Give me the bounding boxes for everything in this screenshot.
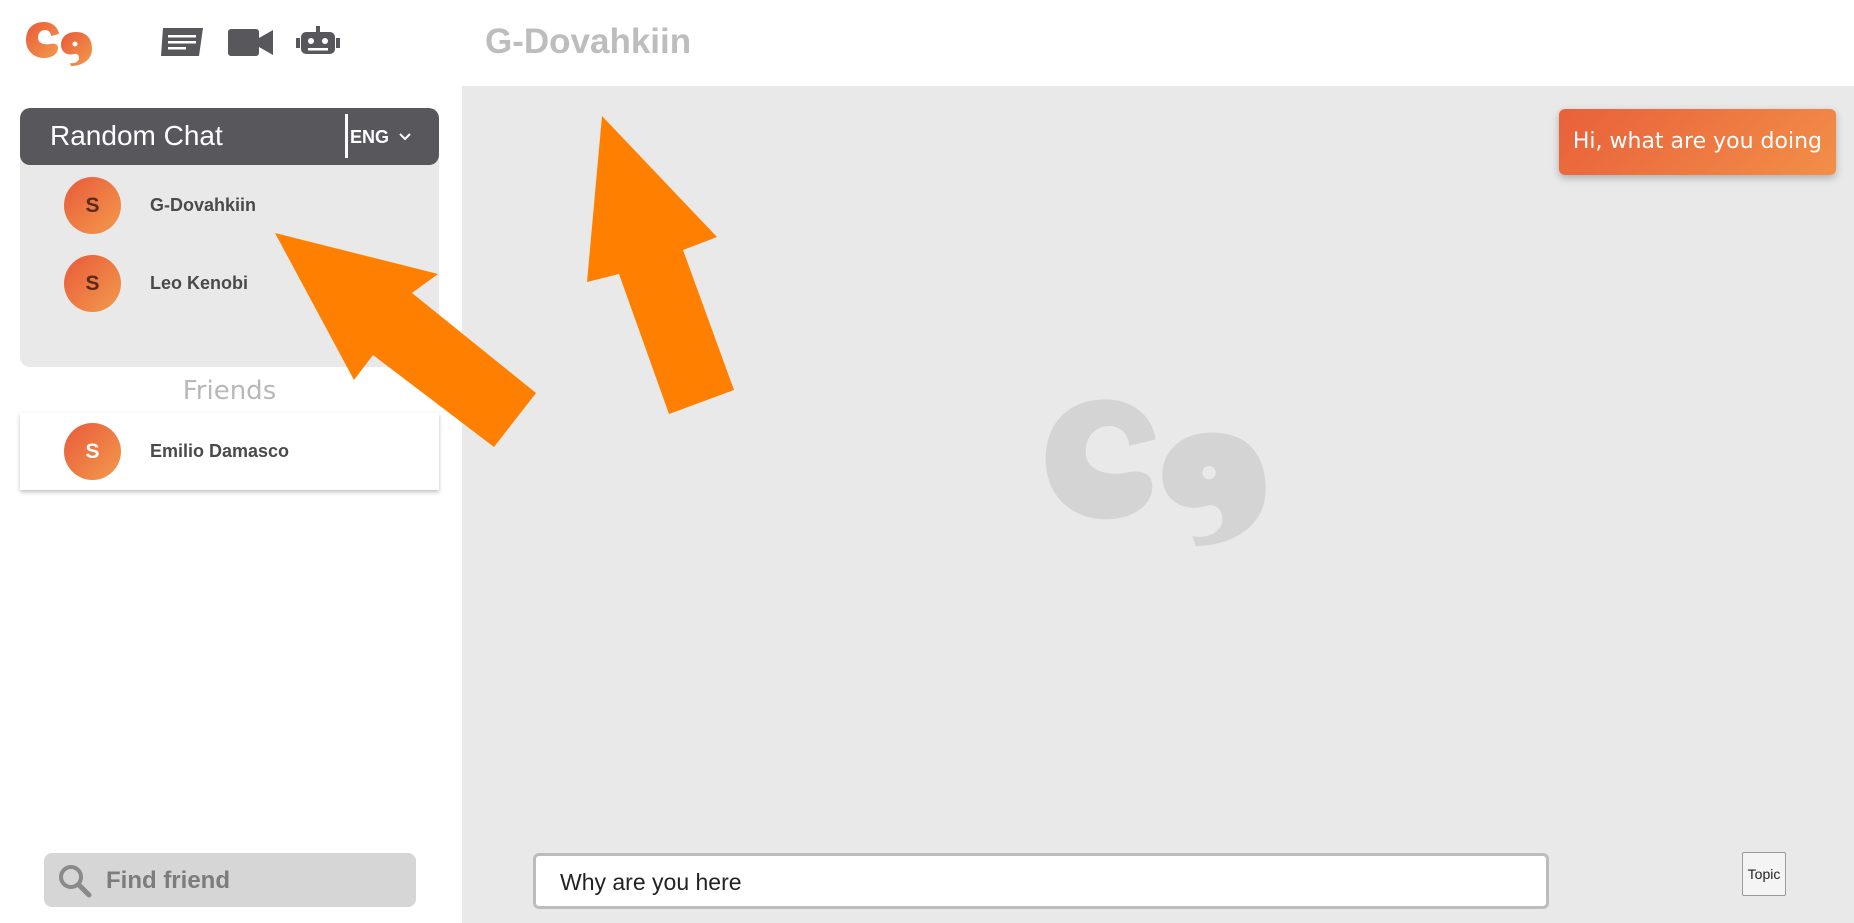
language-divider [345,114,348,158]
friends-list: S Emilio Damasco [20,413,439,490]
find-friend-box[interactable] [44,853,416,907]
random-user-item[interactable]: S Leo Kenobi [20,253,439,313]
eg-logo-icon [26,22,92,66]
random-chat-title: Random Chat [50,120,223,151]
message-input[interactable] [558,862,1522,902]
random-chat-header: Random Chat ENG [20,108,439,165]
message-bubble: Hi, what are you doing [1558,109,1836,175]
friends-heading: Friends [182,376,277,406]
random-chat-panel: Random Chat ENG S G-Dovahkiin S Leo Keno… [20,108,439,367]
language-value: ENG [350,126,390,147]
eg-watermark-icon [1045,399,1266,546]
chat-partner-title: G-Dovahkiin [485,22,692,61]
friend-item[interactable]: S Emilio Damasco [20,421,439,481]
robot-icon[interactable] [296,26,340,60]
chevron-down-icon [399,133,411,141]
avatar: S [64,177,121,234]
message-input-box[interactable] [533,853,1549,909]
video-camera-icon[interactable] [228,26,274,60]
language-select[interactable]: ENG [350,125,411,149]
topic-button[interactable]: Topic [1742,852,1786,896]
find-friend-input[interactable] [104,861,408,901]
avatar: S [64,255,121,312]
app-logo[interactable] [24,18,96,66]
chat-area: Hi, what are you doing Topic [462,86,1854,923]
search-icon [59,865,92,898]
friend-name: Emilio Damasco [150,441,290,461]
chat-list-icon[interactable] [159,26,205,60]
avatar: S [64,423,121,480]
random-user-name: G-Dovahkiin [150,195,257,215]
random-user-name: Leo Kenobi [150,273,248,293]
sidebar: Random Chat ENG S G-Dovahkiin S Leo Keno… [0,86,462,923]
random-user-item[interactable]: S G-Dovahkiin [20,175,439,235]
